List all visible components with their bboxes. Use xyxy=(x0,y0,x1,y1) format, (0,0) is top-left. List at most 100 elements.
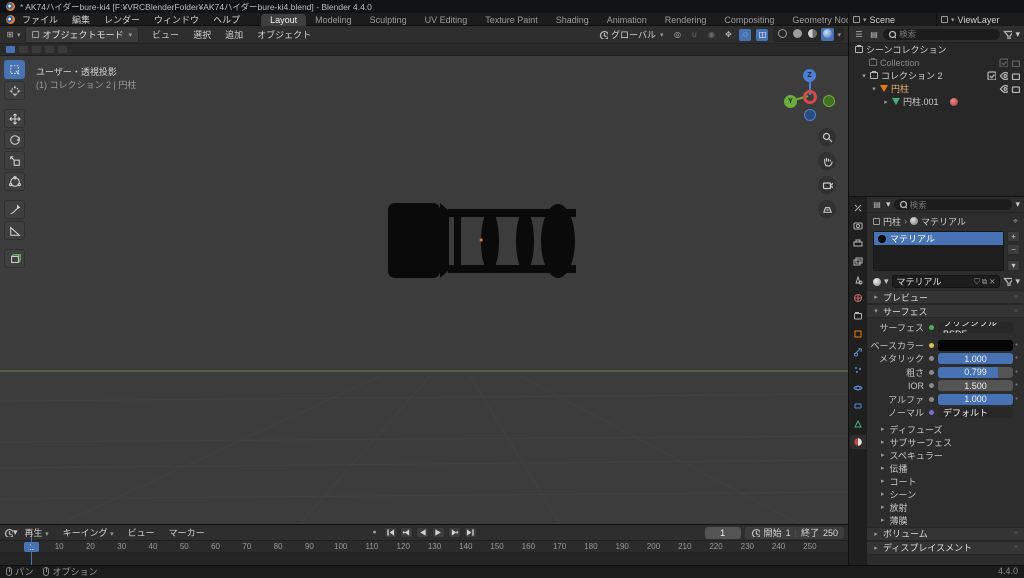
viewlayer-selector[interactable]: ▾ ViewLayer xyxy=(936,13,1024,26)
workspace-tab-modeling[interactable]: Modeling xyxy=(306,14,361,26)
show-gizmo-dropdown[interactable]: ✥ xyxy=(722,29,734,41)
tab-physics[interactable] xyxy=(850,381,866,395)
viewport-menu-2[interactable]: 追加 xyxy=(218,28,250,41)
hide-eye-icon[interactable] xyxy=(999,84,1008,93)
tab-render[interactable] xyxy=(850,219,866,233)
breadcrumb-object[interactable]: 円柱 xyxy=(883,215,901,228)
workspace-tab-animation[interactable]: Animation xyxy=(598,14,656,26)
timeline-menu-0[interactable]: 再生 ▾ xyxy=(18,526,56,539)
properties-search-input[interactable] xyxy=(909,199,1008,210)
expander-icon[interactable]: ▾ xyxy=(871,85,877,93)
hide-eye-icon[interactable] xyxy=(999,71,1008,80)
xray-toggle[interactable]: ◫ xyxy=(756,28,769,41)
outliner-filter-dropdown[interactable]: ▤ xyxy=(868,28,880,40)
outliner-search-input[interactable] xyxy=(899,29,996,39)
checkbox-icon[interactable] xyxy=(999,58,1008,67)
outliner-row-collection-2[interactable]: ▾ コレクション 2 xyxy=(849,69,1024,82)
camera-render-icon[interactable] xyxy=(1011,71,1020,80)
select-mode-extend-button[interactable] xyxy=(18,45,29,54)
fake-user-shield-icon[interactable]: ⛉ xyxy=(974,277,980,287)
new-material-icon[interactable]: ⧉ xyxy=(982,277,987,287)
topbar-menu-2[interactable]: レンダー xyxy=(97,15,147,25)
ruler-tick-210[interactable]: 210 xyxy=(678,542,691,551)
tab-tool[interactable] xyxy=(850,201,866,215)
select-mode-subtract-button[interactable] xyxy=(31,45,42,54)
transform-tool[interactable] xyxy=(4,172,25,191)
panel-volume[interactable]: ▸ ボリューム ≡ xyxy=(867,526,1024,541)
outliner-row-cylinder-data[interactable]: ▸ 円柱.001 xyxy=(849,95,1024,108)
panel-displacement[interactable]: ▸ ディスプレイスメント ≡ xyxy=(867,540,1024,555)
viewport-menu-1[interactable]: 選択 xyxy=(186,28,218,41)
outliner-row-scene-collection[interactable]: シーンコレクション xyxy=(849,43,1024,56)
gizmo-y-neg-axis[interactable] xyxy=(823,95,835,107)
workspace-tab-uv-editing[interactable]: UV Editing xyxy=(416,14,477,26)
timeline-menu-2[interactable]: ビュー xyxy=(121,526,162,539)
ruler-tick-110[interactable]: 110 xyxy=(366,542,379,551)
workspace-tab-sculpting[interactable]: Sculpting xyxy=(361,14,416,26)
funnel-filter-icon[interactable] xyxy=(1003,277,1013,286)
outliner-row-collection[interactable]: Collection xyxy=(849,56,1024,69)
base-color-swatch[interactable] xyxy=(938,339,1013,351)
properties-editor-icon[interactable]: ▤ xyxy=(871,199,883,211)
select-mode-new-button[interactable] xyxy=(5,45,16,54)
decorator-dot[interactable]: • xyxy=(1013,355,1020,362)
ruler-tick-160[interactable]: 160 xyxy=(522,542,535,551)
topbar-menu-1[interactable]: 編集 xyxy=(65,15,97,25)
gizmo-y-axis[interactable]: Y xyxy=(784,95,797,108)
workspace-tab-layout[interactable]: Layout xyxy=(261,13,307,26)
prev-keyframe-button[interactable] xyxy=(400,527,413,538)
unlink-icon[interactable]: ✕ xyxy=(989,277,995,287)
ruler-tick-80[interactable]: 80 xyxy=(274,542,283,551)
tab-data[interactable] xyxy=(850,417,866,431)
annotate-tool[interactable] xyxy=(4,200,25,219)
playhead-line[interactable] xyxy=(31,537,32,566)
remove-slot-button[interactable]: − xyxy=(1007,244,1020,255)
outliner-display-mode-dropdown[interactable]: ☰ xyxy=(853,28,865,40)
shader-dropdown[interactable]: プリンシプルBSDF xyxy=(938,322,1013,334)
current-frame-field[interactable]: 1 xyxy=(704,526,741,539)
topbar-menu-4[interactable]: ヘルプ xyxy=(206,15,247,25)
ruler-tick-180[interactable]: 180 xyxy=(584,542,597,551)
camera-render-icon[interactable] xyxy=(1011,58,1020,67)
expander-icon[interactable]: ▾ xyxy=(861,72,867,80)
decorator-dot[interactable]: • xyxy=(1013,382,1020,389)
select-box-tool[interactable] xyxy=(4,60,25,79)
tab-modifiers[interactable] xyxy=(850,345,866,359)
add-primitive-tool[interactable] xyxy=(4,249,25,268)
properties-search[interactable] xyxy=(893,199,1013,210)
ruler-tick-220[interactable]: 220 xyxy=(709,542,722,551)
surface-section-3[interactable]: ▸ 伝播 xyxy=(867,462,1024,475)
jump-to-end-button[interactable] xyxy=(464,527,477,538)
tab-constraints[interactable] xyxy=(850,399,866,413)
material-slot-list[interactable]: マテリアル xyxy=(873,231,1004,271)
alpha-slider[interactable]: 1.000 xyxy=(938,393,1013,405)
ruler-tick-60[interactable]: 60 xyxy=(211,542,220,551)
timeline-menu-1[interactable]: キーイング ▾ xyxy=(56,526,121,539)
panel-surface[interactable]: ▾ サーフェス ≡ xyxy=(867,304,1024,318)
pivot-point-dropdown[interactable]: ◎ xyxy=(671,29,683,41)
topbar-menu-0[interactable]: ファイル xyxy=(15,15,65,25)
decorator-dot[interactable]: • xyxy=(1013,369,1020,376)
browse-material-icon[interactable] xyxy=(873,277,881,286)
topbar-menu-3[interactable]: ウィンドウ xyxy=(147,15,206,25)
decorator-dot[interactable]: • xyxy=(1013,396,1020,403)
ruler-tick-230[interactable]: 230 xyxy=(741,542,754,551)
viewport-menu-3[interactable]: オブジェクト xyxy=(250,28,318,41)
gizmo-z-axis[interactable]: Z xyxy=(803,69,816,82)
gizmo-z-neg-axis[interactable] xyxy=(804,109,816,121)
slot-specials-button[interactable]: ▾ xyxy=(1007,260,1020,271)
surface-section-1[interactable]: ▸ サブサーフェス xyxy=(867,436,1024,449)
ruler-tick-40[interactable]: 40 xyxy=(149,542,158,551)
roughness-slider[interactable]: 0.799 xyxy=(938,366,1013,378)
scene-selector[interactable]: ▾ Scene xyxy=(848,13,936,26)
ruler-tick-170[interactable]: 170 xyxy=(553,542,566,551)
add-slot-button[interactable]: + xyxy=(1007,231,1020,242)
ruler-tick-10[interactable]: 10 xyxy=(55,542,64,551)
snap-magnet-icon[interactable]: ∪ xyxy=(688,29,700,41)
workspace-tab-shading[interactable]: Shading xyxy=(547,14,598,26)
mode-dropdown[interactable]: オブジェクトモード ▾ xyxy=(24,26,140,43)
tab-view-layer[interactable] xyxy=(850,255,866,269)
editor-type-icon[interactable]: ⊞ xyxy=(4,29,16,41)
surface-section-6[interactable]: ▸ 放射 xyxy=(867,501,1024,514)
camera-render-icon[interactable] xyxy=(1011,84,1020,93)
